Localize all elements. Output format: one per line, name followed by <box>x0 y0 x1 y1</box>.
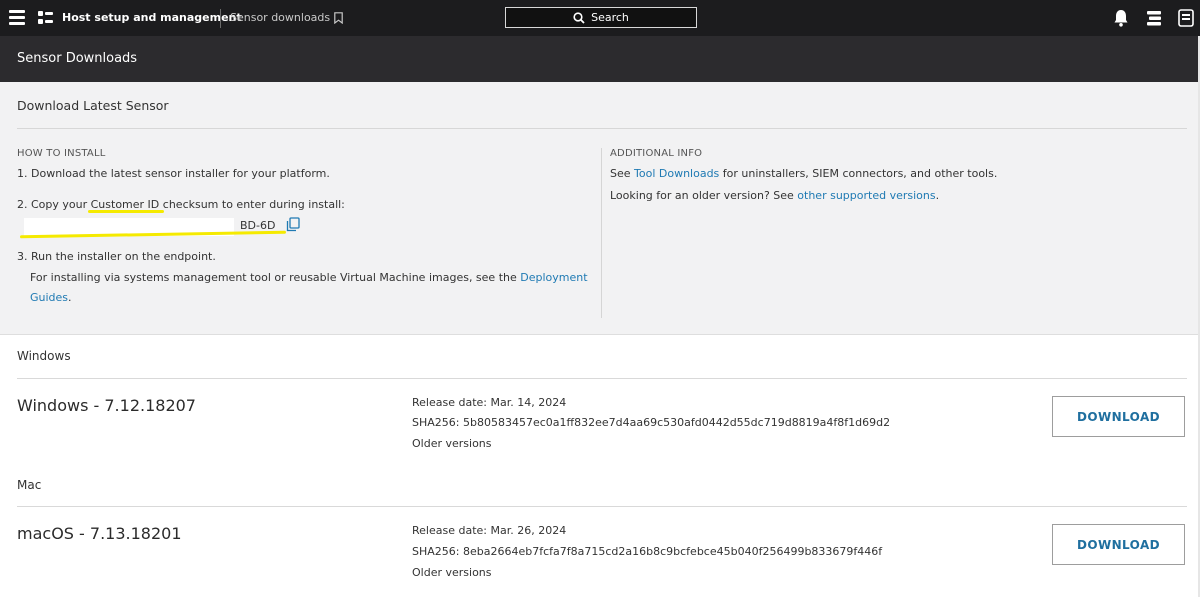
install-step-2: 2. Copy your Customer ID checksum to ent… <box>17 198 345 211</box>
line-1-prefix: See <box>610 167 635 180</box>
additional-line-2: Looking for an older version? See other … <box>610 189 939 202</box>
section-mac: Mac <box>17 478 42 492</box>
breadcrumb[interactable]: Sensor downloads <box>230 0 330 36</box>
install-info-panel: Download Latest Sensor HOW TO INSTALL 1.… <box>0 82 1198 335</box>
download-button[interactable]: DOWNLOAD <box>1052 524 1185 565</box>
panel-title: Download Latest Sensor <box>17 98 169 113</box>
how-to-install-heading: HOW TO INSTALL <box>17 148 106 159</box>
bell-icon[interactable] <box>1113 9 1129 27</box>
search-input[interactable]: Search <box>505 7 697 28</box>
step-3-detail-text: For installing via systems management to… <box>30 271 521 284</box>
older-versions-link[interactable]: Older versions <box>412 566 492 579</box>
column-separator <box>601 148 602 318</box>
section-divider <box>17 506 1187 507</box>
install-step-1: 1. Download the latest sensor installer … <box>17 167 330 180</box>
top-navigation-bar: Host setup and management Sensor downloa… <box>0 0 1200 36</box>
download-button[interactable]: DOWNLOAD <box>1052 396 1185 437</box>
copy-icon[interactable] <box>286 217 300 232</box>
release-date: Release date: Mar. 26, 2024 <box>412 524 567 537</box>
panel-divider <box>17 128 1187 129</box>
bookmark-icon[interactable] <box>334 12 343 24</box>
product-name: Windows - 7.12.18207 <box>17 396 196 415</box>
deployment-guides-link[interactable]: Deployment <box>520 271 587 284</box>
step-2-prefix: 2. Copy your <box>17 198 91 211</box>
title-divider <box>220 9 221 28</box>
other-versions-link[interactable]: other supported versions <box>797 189 935 202</box>
line-1-suffix: for uninstallers, SIEM connectors, and o… <box>719 167 998 180</box>
section-windows: Windows <box>17 349 71 363</box>
notes-icon[interactable] <box>1146 9 1162 27</box>
page-title: Sensor Downloads <box>17 51 138 66</box>
page-header: Sensor Downloads <box>0 36 1198 82</box>
section-divider <box>17 378 1187 379</box>
deployment-guides-link-cont[interactable]: Guides <box>30 291 68 304</box>
install-step-3-detail-cont: Guides. <box>30 291 72 304</box>
tool-downloads-link[interactable]: Tool Downloads <box>634 167 719 180</box>
menu-icon[interactable] <box>9 10 25 25</box>
release-date: Release date: Mar. 14, 2024 <box>412 396 567 409</box>
line-2-suffix: . <box>935 189 940 202</box>
app-title[interactable]: Host setup and management <box>62 0 242 36</box>
step-2-suffix: checksum to enter during install: <box>159 198 345 211</box>
additional-info-heading: ADDITIONAL INFO <box>610 148 703 159</box>
sha256: SHA256: 8eba2664eb7fcfa7f8a715cd2a16b8c9… <box>412 545 883 558</box>
search-label: Search <box>591 11 629 24</box>
highlight-customer-id <box>88 210 164 213</box>
sha256: SHA256: 5b80583457ec0a1ff832ee7d4aa69c53… <box>412 416 891 429</box>
line-2-prefix: Looking for an older version? See <box>610 189 798 202</box>
install-step-3: 3. Run the installer on the endpoint. <box>17 250 216 263</box>
search-icon <box>573 11 585 24</box>
install-step-3-detail: For installing via systems management to… <box>30 271 588 284</box>
product-name: macOS - 7.13.18201 <box>17 524 182 543</box>
app-grid-icon[interactable] <box>38 11 53 25</box>
additional-line-1: See Tool Downloads for uninstallers, SIE… <box>610 167 997 180</box>
step-3-detail-end: . <box>68 291 72 304</box>
user-icon[interactable] <box>1178 9 1194 27</box>
older-versions-link[interactable]: Older versions <box>412 437 492 450</box>
